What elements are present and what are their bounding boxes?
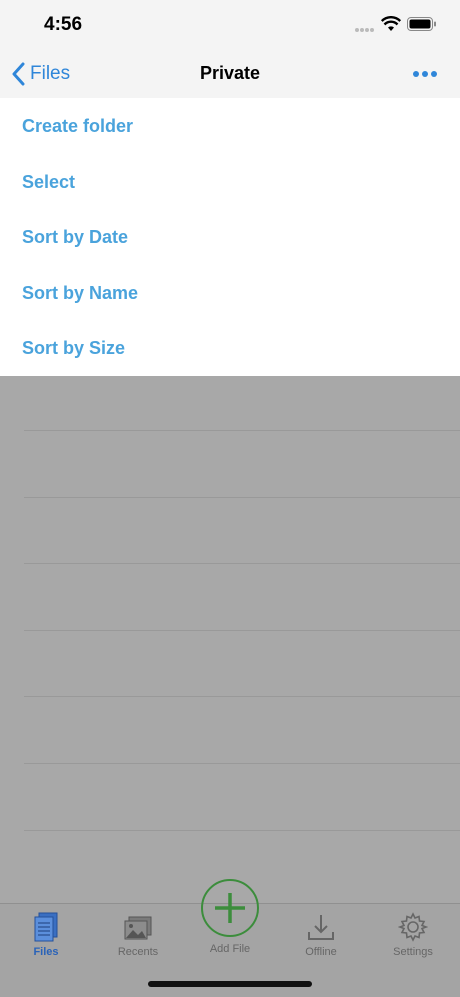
tab-settings-label: Settings <box>393 946 433 958</box>
cellular-signal-icon <box>355 28 374 32</box>
files-icon <box>34 912 58 942</box>
tab-files[interactable]: Files <box>6 908 86 958</box>
tab-files-label: Files <box>33 946 59 958</box>
menu-item-select[interactable]: Select <box>22 172 75 193</box>
tab-offline[interactable]: Offline <box>281 908 361 958</box>
download-icon <box>308 915 334 940</box>
menu-item-create-folder[interactable]: Create folder <box>22 116 133 137</box>
add-file-button[interactable] <box>201 879 259 937</box>
row-divider <box>24 430 460 431</box>
tab-settings[interactable]: Settings <box>373 908 453 958</box>
status-time: 4:56 <box>44 14 83 35</box>
tab-offline-label: Offline <box>305 946 337 958</box>
tab-recents[interactable]: Recents <box>98 908 178 958</box>
dimmed-file-list[interactable] <box>0 376 460 901</box>
recents-icon <box>124 916 152 940</box>
home-indicator <box>148 981 312 987</box>
row-divider <box>24 830 460 831</box>
page-title: Private <box>199 63 261 83</box>
row-divider <box>24 630 460 631</box>
add-file-label: Add File <box>209 943 251 955</box>
navigation-bar: Files Private <box>0 50 460 98</box>
plus-icon <box>215 893 245 923</box>
battery-icon <box>407 17 436 31</box>
options-menu: Create folder Select Sort by Date Sort b… <box>0 98 460 376</box>
tab-recents-label: Recents <box>117 946 159 958</box>
menu-item-sort-by-size[interactable]: Sort by Size <box>22 338 125 359</box>
gear-icon <box>398 912 428 942</box>
row-divider <box>24 696 460 697</box>
row-divider <box>24 497 460 498</box>
wifi-icon <box>381 16 401 31</box>
row-divider <box>24 763 460 764</box>
menu-item-sort-by-name[interactable]: Sort by Name <box>22 283 138 304</box>
row-divider <box>24 563 460 564</box>
status-bar: 4:56 <box>0 0 460 50</box>
menu-item-sort-by-date[interactable]: Sort by Date <box>22 227 128 248</box>
more-options-icon[interactable] <box>412 70 438 78</box>
